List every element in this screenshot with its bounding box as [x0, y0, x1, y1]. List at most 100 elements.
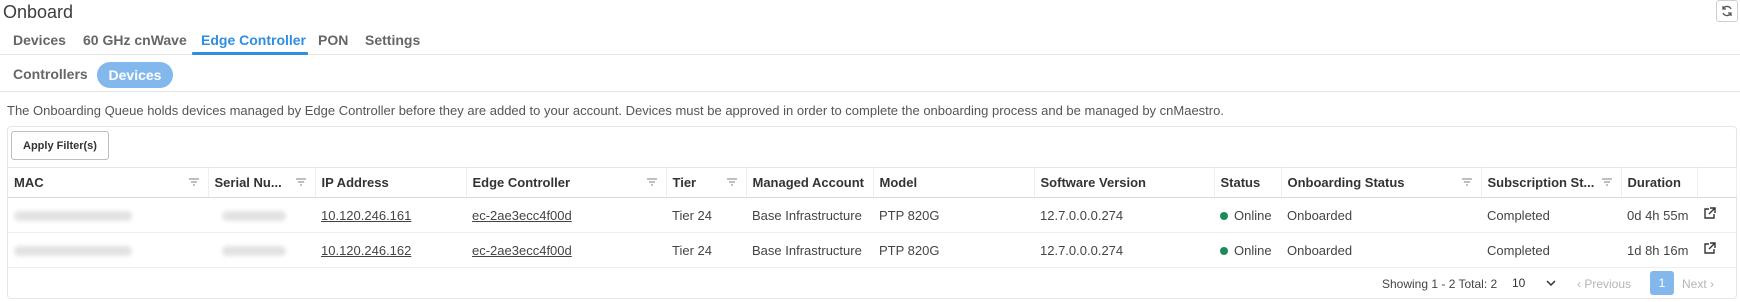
mac-cell-redacted	[8, 197, 208, 233]
tab-pon[interactable]: PON	[318, 32, 348, 48]
column-header-model[interactable]: Model	[873, 167, 1035, 198]
sub-tabs: Controllers Devices	[0, 56, 1740, 92]
onboarding-description: The Onboarding Queue holds devices manag…	[7, 103, 1224, 118]
software-version-cell: 12.7.0.0.0.274	[1034, 232, 1214, 268]
filter-icon[interactable]	[1461, 177, 1473, 187]
subscription-status-cell: Completed	[1481, 232, 1621, 268]
column-label: IP Address	[321, 175, 389, 190]
column-label: MAC	[14, 175, 44, 190]
redacted-serial	[222, 211, 286, 222]
page-title: Onboard	[3, 2, 74, 22]
actions-cell	[1697, 197, 1736, 233]
filter-icon[interactable]	[726, 177, 738, 187]
edge-controller-cell: ec-2ae3ecc4f00d	[466, 197, 666, 233]
column-header-ip-address[interactable]: IP Address	[315, 167, 467, 198]
status-cell: Online	[1214, 232, 1281, 268]
software-version-cell: 12.7.0.0.0.274	[1034, 197, 1214, 233]
filter-icon[interactable]	[188, 177, 200, 187]
table-header: MAC Serial Nu... IP Address Edge Control…	[8, 167, 1737, 198]
online-status-dot	[1220, 212, 1228, 221]
tier-cell: Tier 24	[666, 232, 746, 268]
ip-address-link[interactable]: 10.120.246.162	[321, 243, 411, 258]
active-tab-indicator	[192, 52, 308, 55]
column-header-mac[interactable]: MAC	[8, 167, 209, 198]
column-label: Managed Account	[752, 175, 864, 190]
column-label: Tier	[672, 175, 697, 190]
column-header-managed-account[interactable]: Managed Account	[746, 167, 874, 198]
serial-cell-redacted	[208, 197, 315, 233]
redacted-mac	[14, 246, 132, 257]
column-label: Model	[879, 175, 918, 190]
subtab-controllers[interactable]: Controllers	[13, 66, 88, 82]
next-label: Next	[1682, 277, 1707, 291]
previous-page-button[interactable]: ‹ Previous	[1577, 277, 1631, 301]
managed-account-cell: Base Infrastructure	[746, 232, 873, 268]
column-header-edge-controller[interactable]: Edge Controller	[466, 167, 667, 198]
next-page-button[interactable]: Next ›	[1682, 277, 1714, 301]
column-label: Software Version	[1040, 175, 1146, 190]
column-header-onboarding-status[interactable]: Onboarding Status	[1281, 167, 1482, 198]
apply-filters-button[interactable]: Apply Filter(s)	[11, 131, 109, 160]
ip-address-cell: 10.120.246.162	[315, 232, 466, 268]
column-header-tier[interactable]: Tier	[666, 167, 747, 198]
column-label: Edge Controller	[472, 175, 571, 190]
chevron-right-icon: ›	[1710, 277, 1715, 291]
column-label: Status	[1220, 175, 1261, 190]
column-label: Subscription St...	[1487, 175, 1595, 190]
duration-cell: 1d 8h 16m	[1621, 232, 1697, 268]
filter-icon[interactable]	[646, 177, 658, 187]
column-header-status[interactable]: Status	[1214, 167, 1282, 198]
subscription-status-cell: Completed	[1481, 197, 1621, 233]
redacted-serial	[222, 246, 286, 257]
subtab-devices[interactable]: Devices	[97, 62, 173, 88]
mac-cell-redacted	[8, 232, 208, 268]
ip-address-cell: 10.120.246.161	[315, 197, 466, 233]
tab-edge-controller[interactable]: Edge Controller	[201, 32, 306, 48]
serial-cell-redacted	[208, 232, 315, 268]
tab-60ghz-cnwave[interactable]: 60 GHz cnWave	[83, 32, 187, 48]
managed-account-cell: Base Infrastructure	[746, 197, 873, 233]
refresh-icon	[1722, 5, 1732, 17]
column-label: Onboarding Status	[1287, 175, 1405, 190]
page-number-button[interactable]: 1	[1650, 271, 1674, 295]
model-cell: PTP 820G	[873, 197, 1034, 233]
column-header-actions	[1697, 167, 1737, 198]
redacted-mac	[14, 211, 132, 222]
page-size-select[interactable]: 10	[1508, 272, 1560, 294]
external-link-icon[interactable]	[1703, 207, 1716, 220]
previous-label: Previous	[1584, 277, 1632, 291]
devices-table: MAC Serial Nu... IP Address Edge Control…	[8, 167, 1737, 268]
column-label: Duration	[1627, 175, 1681, 190]
column-header-duration[interactable]: Duration	[1621, 167, 1698, 198]
chevron-left-icon: ‹	[1577, 277, 1581, 291]
column-header-serial-number[interactable]: Serial Nu...	[208, 167, 316, 198]
page-size-value: 10	[1512, 276, 1526, 290]
column-header-software-version[interactable]: Software Version	[1034, 167, 1215, 198]
edge-controller-cell: ec-2ae3ecc4f00d	[466, 232, 666, 268]
table-row[interactable]: 10.120.246.161 ec-2ae3ecc4f00d Tier 24 B…	[8, 197, 1736, 233]
column-label: Serial Nu...	[214, 175, 282, 190]
duration-cell: 0d 4h 55m	[1621, 197, 1697, 233]
chevron-down-icon	[1546, 280, 1556, 286]
tab-devices[interactable]: Devices	[13, 32, 66, 48]
online-status-dot	[1220, 247, 1228, 256]
ip-address-link[interactable]: 10.120.246.161	[321, 208, 411, 223]
refresh-button[interactable]	[1716, 0, 1738, 22]
column-header-subscription-status[interactable]: Subscription St...	[1481, 167, 1622, 198]
filter-icon[interactable]	[1601, 177, 1613, 187]
tab-settings[interactable]: Settings	[365, 32, 420, 48]
filter-icon[interactable]	[295, 177, 307, 187]
model-cell: PTP 820G	[873, 232, 1034, 268]
main-tabs: Devices 60 GHz cnWave Edge Controller PO…	[0, 28, 1740, 55]
tier-cell: Tier 24	[666, 197, 746, 233]
edge-controller-link[interactable]: ec-2ae3ecc4f00d	[472, 243, 572, 258]
status-label: Online	[1234, 207, 1272, 223]
status-label: Online	[1234, 242, 1272, 258]
pagination-summary: Showing 1 - 2 Total: 2	[1382, 277, 1498, 291]
onboarding-status-cell: Onboarded	[1281, 232, 1481, 268]
onboarding-status-cell: Onboarded	[1281, 197, 1481, 233]
external-link-icon[interactable]	[1703, 242, 1716, 255]
edge-controller-link[interactable]: ec-2ae3ecc4f00d	[472, 208, 572, 223]
status-cell: Online	[1214, 197, 1281, 233]
table-row[interactable]: 10.120.246.162 ec-2ae3ecc4f00d Tier 24 B…	[8, 232, 1736, 268]
